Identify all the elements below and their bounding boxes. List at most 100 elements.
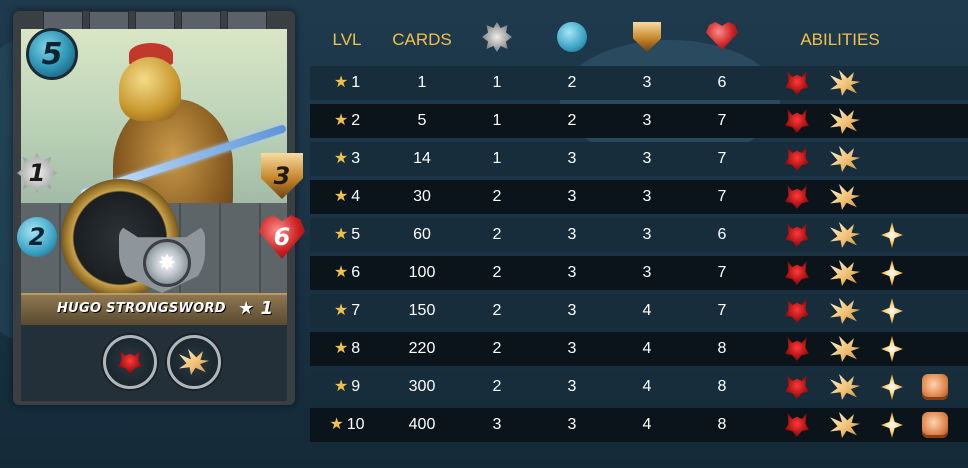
ability-slot[interactable] [785,298,809,324]
table-row: ★ 10 400 3 3 4 8 [310,408,968,442]
melee-attack-icon [482,22,512,52]
cell-lvl: ★ 3 [334,142,360,176]
ability-slot[interactable] [881,260,903,286]
cell-ranged: 3 [567,416,577,433]
cell-armor: 3 [642,264,652,281]
star-icon: ★ [333,112,349,129]
ability-slot[interactable] [830,298,860,324]
neutral-element-gem-icon: ✸ [143,239,191,287]
cell-cards: 1 [417,74,427,91]
header-lvl: LVL [332,30,362,49]
hero-helmet [119,57,181,121]
ability-slot[interactable] [830,412,860,438]
star-icon: ★ [333,188,349,205]
ability-slot[interactable] [922,412,948,438]
ability-slot[interactable] [830,184,860,210]
ability-slot[interactable] [881,298,903,324]
table-row: ★ 4 30 2 3 3 7 [310,180,968,214]
ability-slot[interactable] [830,374,860,400]
enrage-icon [785,375,809,399]
cell-armor: 4 [642,416,652,433]
header-cards: CARDS [392,30,452,49]
ability-slot[interactable] [785,336,809,362]
ability-slot[interactable] [830,108,860,134]
card-ability-tray [21,325,287,401]
cell-lvl: ★ 9 [334,370,360,404]
ability-slot[interactable] [830,336,860,362]
star-icon: ★ [333,378,349,395]
star-icon: ★ [333,74,349,91]
ability-slot[interactable] [785,412,809,438]
ability-slot[interactable] [785,184,809,210]
level-number: 5 [351,226,361,243]
ability-slot[interactable] [922,374,948,400]
cell-armor: 3 [642,112,652,129]
shatter-icon [830,222,860,248]
ability-slot[interactable] [785,70,809,96]
level-number: 8 [351,340,361,357]
ability-slot[interactable] [881,336,903,362]
sparkle-icon [881,222,903,248]
ability-slot[interactable] [830,260,860,286]
level-number: 9 [351,378,361,395]
table-row: ★ 3 14 1 3 3 7 [310,142,968,176]
sparkle-icon [881,298,903,324]
mana-cost-badge: 5 [26,28,78,80]
ranged-attack-icon [557,22,587,52]
shatter-icon [830,108,860,134]
cell-armor: 3 [642,226,652,243]
star-icon: ★ [333,226,349,243]
table-row: ★ 5 60 2 3 3 6 [310,218,968,252]
level-number: 2 [351,112,361,129]
shatter-ability-button[interactable] [167,335,221,389]
ability-slot[interactable] [881,374,903,400]
fist-icon [922,412,948,438]
ability-slot[interactable] [830,222,860,248]
sparkle-icon [881,412,903,438]
cell-health: 7 [717,302,727,319]
shatter-icon [830,412,860,438]
ability-slot[interactable] [881,222,903,248]
cell-ranged: 3 [567,378,577,395]
enrage-icon [785,71,809,95]
ability-slot[interactable] [785,146,809,172]
enrage-ability-button[interactable] [103,335,157,389]
cell-cards: 100 [408,264,436,281]
header-abilities: ABILITIES [800,30,880,49]
cell-melee: 3 [492,416,502,433]
ability-slot[interactable] [830,70,860,96]
cell-ranged: 2 [567,112,577,129]
cell-melee: 2 [492,378,502,395]
sparkle-icon [881,260,903,286]
ability-slot[interactable] [785,108,809,134]
shatter-icon [830,260,860,286]
ability-slot[interactable] [785,374,809,400]
ability-slot[interactable] [830,146,860,172]
ability-slot[interactable] [785,222,809,248]
enrage-icon [785,147,809,171]
table-row: ★ 1 1 1 2 3 6 [310,66,968,100]
cell-cards: 150 [408,302,436,319]
header-armor [633,22,661,52]
monster-card[interactable]: ✸ 5 1 2 3 6 HUGO STRONGSWORD ★ 1 [13,11,305,405]
ability-slot[interactable] [785,260,809,286]
cell-lvl: ★ 8 [334,332,360,366]
card-name-banner: HUGO STRONGSWORD ★ 1 [21,293,287,327]
enrage-icon [785,261,809,285]
shatter-icon [830,70,860,96]
table-row: ★ 7 150 2 3 4 7 [310,294,968,328]
cell-melee: 1 [492,112,502,129]
header-ranged [557,22,587,52]
cell-health: 8 [717,378,727,395]
card-crenel [89,11,129,31]
level-number: 1 [351,74,361,91]
cell-health: 7 [717,112,727,129]
cell-cards: 300 [408,378,436,395]
card-crenel [135,11,175,31]
shatter-icon [830,146,860,172]
cell-armor: 3 [642,150,652,167]
cell-health: 7 [717,264,727,281]
cell-health: 6 [717,226,727,243]
cell-lvl: ★ 2 [334,104,360,138]
ability-slot[interactable] [881,412,903,438]
